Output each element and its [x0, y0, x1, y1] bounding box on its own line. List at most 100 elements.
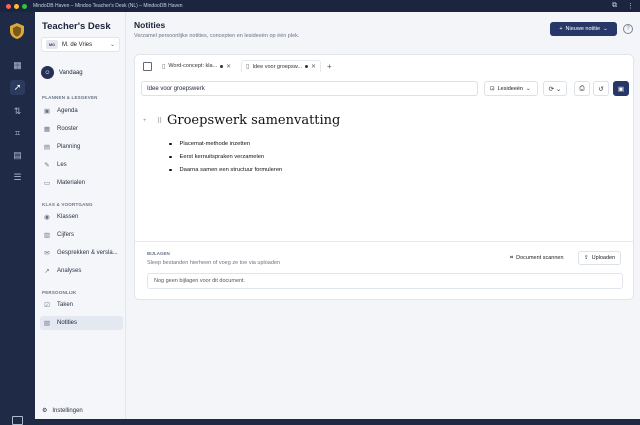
page-subtitle: Verzamel persoonlijke notities, concepte… — [134, 33, 300, 39]
upload-button[interactable]: ⇪ Uploaden — [578, 251, 622, 265]
close-window-button[interactable] — [6, 3, 11, 9]
planning-icon: ▤ — [43, 144, 51, 151]
list-item[interactable]: Eerst kernuitspraken verzamelen — [169, 154, 265, 160]
add-tab-icon[interactable]: + — [327, 62, 332, 71]
note-heading[interactable]: Groepswerk samenvatting — [167, 113, 340, 128]
sidebar-item-label: Planning — [57, 144, 81, 150]
sidebar-item-analyses[interactable]: ↗ Analyses — [40, 264, 123, 278]
window-titlebar: MindoDB Haven – Mindoo Teacher's Desk (N… — [0, 0, 640, 12]
sidebar-item-label: Instellingen — [52, 407, 83, 414]
today-avatar-icon: ☺ — [41, 66, 54, 79]
list-item[interactable]: Placemat-methode inzetten — [169, 141, 251, 147]
close-icon[interactable]: ✕ — [226, 63, 231, 70]
save-button[interactable]: ▣ — [613, 81, 629, 96]
document-icon: ▯ — [162, 63, 166, 70]
dashboard-icon[interactable]: ▦ — [10, 58, 25, 73]
chart-icon: ▥ — [43, 232, 51, 239]
sidebar-item-label: Rooster — [57, 126, 79, 132]
sidebar-item-label: Analyses — [57, 268, 82, 274]
calendar-icon: ▣ — [43, 108, 51, 115]
copy-icon[interactable]: ⧉ — [612, 2, 617, 10]
shield-logo-icon — [10, 23, 24, 39]
sidebar-item-cijfers[interactable]: ▥ Cijfers — [40, 228, 123, 242]
new-note-label: Nieuwe notitie — [565, 26, 601, 32]
sliders-icon[interactable]: ☰ — [10, 170, 25, 185]
sidebar-toggle-icon[interactable] — [12, 416, 23, 425]
sync-button[interactable]: ⟳ ⌄ — [543, 81, 567, 96]
scan-label: Document scannen — [516, 255, 564, 261]
sidebar-item-materialen[interactable]: ▭ Materialen — [40, 176, 123, 190]
drag-handle-icon[interactable]: ⠿ — [157, 117, 162, 125]
note-editor[interactable]: + ⠿ Groepswerk samenvatting Placemat-met… — [143, 109, 627, 239]
editor-toolbar: Idee voor groepswerk ⊡ Lesideeën ⌄ ⟳ ⌄ ⎙… — [141, 79, 629, 99]
panel-toggle-icon[interactable] — [143, 61, 152, 71]
list-item[interactable]: Daarna samen een structuur formuleren — [169, 167, 283, 173]
sidebar-item-today[interactable]: ☺ Vandaag — [41, 66, 83, 79]
user-selector[interactable]: MD M. de Vries ⌄ — [41, 37, 120, 52]
notes-icon: ▧ — [43, 320, 51, 327]
sidebar-item-gesprekken[interactable]: ✉ Gesprekken & versla... — [40, 246, 123, 260]
tab-word-concept[interactable]: ▯ Word-concept: kla... ✕ — [158, 60, 235, 72]
sidebar-item-les[interactable]: ✎ Les — [40, 158, 123, 172]
sidebar-item-label: Vandaag — [59, 69, 83, 76]
category-value: Lesideeën — [497, 85, 523, 92]
window-title: MindoDB Haven – Mindoo Teacher's Desk (N… — [33, 3, 183, 9]
scan-icon[interactable]: ⌗ — [10, 126, 25, 141]
scan-icon: ⌗ — [510, 254, 514, 261]
analytics-icon: ↗ — [44, 268, 50, 275]
save-icon: ▣ — [617, 85, 625, 93]
main-content: Notities Verzamel persoonlijke notities,… — [126, 12, 640, 419]
attachments-label: BIJLAGEN — [147, 251, 170, 256]
sidebar-item-label: Agenda — [57, 108, 78, 114]
category-select[interactable]: ⊡ Lesideeën ⌄ — [484, 81, 538, 96]
tab-idee-groepswerk[interactable]: ▯ Idee voor groepsw... ✕ — [241, 60, 322, 72]
news-icon[interactable]: ▤ — [10, 148, 25, 163]
sidebar-item-notities[interactable]: ▧ Notities — [40, 316, 123, 330]
unsaved-dot-icon — [220, 64, 224, 68]
note-editor-card: ▯ Word-concept: kla... ✕ ▯ Idee voor gro… — [134, 54, 634, 300]
sidebar-item-label: Materialen — [57, 180, 86, 186]
print-button[interactable]: ⎙ — [574, 81, 590, 96]
page-title: Notities — [134, 20, 166, 30]
window-controls[interactable] — [6, 3, 27, 9]
swap-icon[interactable]: ⇅ — [10, 104, 25, 119]
sidebar-item-settings[interactable]: ⚙ Instellingen — [42, 407, 83, 415]
new-note-button[interactable]: + Nieuwe notitie ⌄ — [550, 22, 617, 36]
sidebar-item-label: Klassen — [57, 214, 79, 220]
section-label-plannen: PLANNEN & LESGEVEN — [42, 95, 98, 100]
section-label-klas: KLAS & VOORTGANG — [42, 202, 93, 207]
sidebar-item-taken[interactable]: ☑ Taken — [40, 298, 123, 312]
tasks-icon: ☑ — [44, 302, 50, 309]
sidebar-item-rooster[interactable]: ▦ Rooster — [40, 122, 123, 136]
sidebar-item-label: Les — [57, 162, 67, 168]
document-icon: ▯ — [246, 64, 250, 70]
sidebar-item-label: Gesprekken & versla... — [57, 250, 118, 256]
chevron-down-icon: ⌄ — [526, 85, 531, 92]
gear-icon: ⚙ — [42, 408, 48, 414]
add-block-icon[interactable]: + — [143, 118, 147, 124]
sidebar-item-agenda[interactable]: ▣ Agenda — [40, 104, 123, 118]
sidebar-item-planning[interactable]: ▤ Planning — [40, 140, 123, 154]
folder-icon: ▭ — [43, 180, 51, 187]
lesson-icon: ✎ — [44, 162, 50, 169]
minimize-window-button[interactable] — [14, 3, 19, 9]
help-icon[interactable]: ? — [623, 24, 633, 34]
menu-icon[interactable]: ⋮ — [627, 2, 634, 10]
sidebar-item-label: Cijfers — [57, 232, 75, 238]
unsaved-dot-icon — [305, 65, 308, 68]
scan-document-button[interactable]: ⌗ Document scannen — [505, 251, 569, 265]
history-icon: ↺ — [598, 85, 604, 93]
upload-icon: ⇪ — [584, 255, 589, 261]
user-name: M. de Vries — [62, 41, 93, 48]
sidebar-item-klassen[interactable]: ◉ Klassen — [40, 210, 123, 224]
close-icon[interactable]: ✕ — [311, 63, 316, 70]
divider — [135, 241, 633, 242]
tab-label: Word-concept: kla... — [168, 63, 218, 69]
history-button[interactable]: ↺ — [593, 81, 609, 96]
sync-icon: ⟳ ⌄ — [548, 85, 562, 93]
maximize-window-button[interactable] — [22, 3, 27, 9]
note-title-input[interactable]: Idee voor groepswerk — [141, 81, 478, 96]
chat-icon: ✉ — [44, 250, 50, 257]
sidebar: Teacher's Desk MD M. de Vries ⌄ ☺ Vandaa… — [35, 12, 126, 419]
rocket-icon[interactable]: ➚ — [10, 80, 25, 95]
